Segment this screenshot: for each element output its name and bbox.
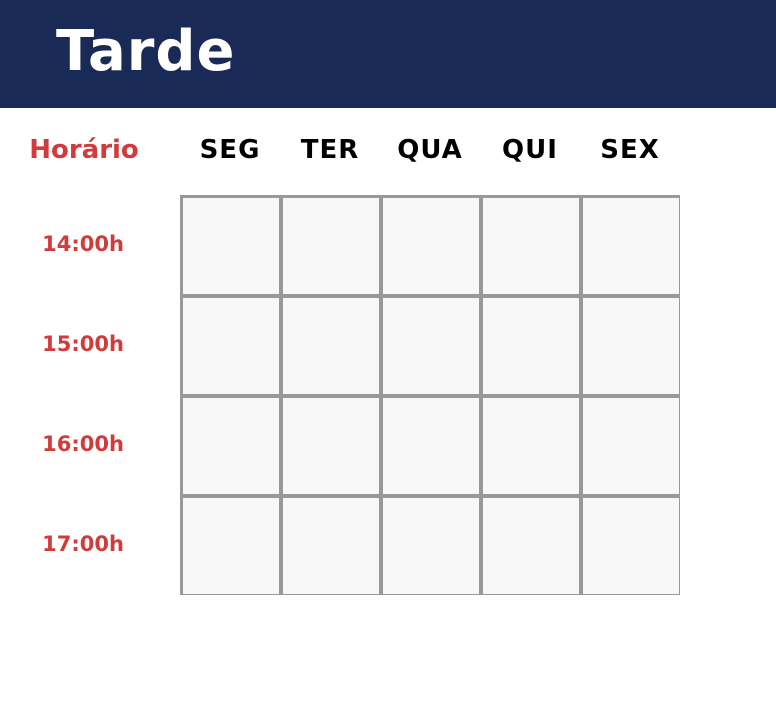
schedule-cell-14-qua[interactable] (383, 198, 479, 294)
schedule-cell-15-qui[interactable] (483, 298, 579, 394)
time-label-16: 16:00h (42, 432, 124, 456)
schedule-cell-17-qua[interactable] (383, 498, 479, 594)
page-title: Tarde (56, 19, 236, 84)
schedule-cell-15-seg[interactable] (183, 298, 279, 394)
time-label-17: 17:00h (42, 532, 124, 556)
schedule-cell-14-seg[interactable] (183, 198, 279, 294)
day-header-ter: TER (300, 135, 360, 165)
day-header-seg: SEG (199, 135, 261, 165)
day-header-qua: QUA (397, 135, 463, 165)
schedule-cell-16-qui[interactable] (483, 398, 579, 494)
schedule-cell-15-ter[interactable] (283, 298, 379, 394)
schedule-cell-15-sex[interactable] (583, 298, 679, 394)
day-header-qui: QUI (502, 135, 558, 165)
schedule-cell-17-qui[interactable] (483, 498, 579, 594)
schedule-cell-14-ter[interactable] (283, 198, 379, 294)
header-bar: Tarde (0, 0, 776, 108)
schedule-cell-17-seg[interactable] (183, 498, 279, 594)
time-label-15: 15:00h (42, 332, 124, 356)
schedule-cell-15-qua[interactable] (383, 298, 479, 394)
day-header-sex: SEX (600, 135, 660, 165)
schedule-cell-16-ter[interactable] (283, 398, 379, 494)
schedule-cell-17-sex[interactable] (583, 498, 679, 594)
schedule-cell-14-qui[interactable] (483, 198, 579, 294)
schedule-cell-17-ter[interactable] (283, 498, 379, 594)
time-label-14: 14:00h (42, 232, 124, 256)
schedule-grid (180, 195, 680, 595)
schedule-cell-16-seg[interactable] (183, 398, 279, 494)
schedule-cell-16-qua[interactable] (383, 398, 479, 494)
time-column-header: Horário (29, 135, 139, 165)
schedule-cell-14-sex[interactable] (583, 198, 679, 294)
schedule-cell-16-sex[interactable] (583, 398, 679, 494)
